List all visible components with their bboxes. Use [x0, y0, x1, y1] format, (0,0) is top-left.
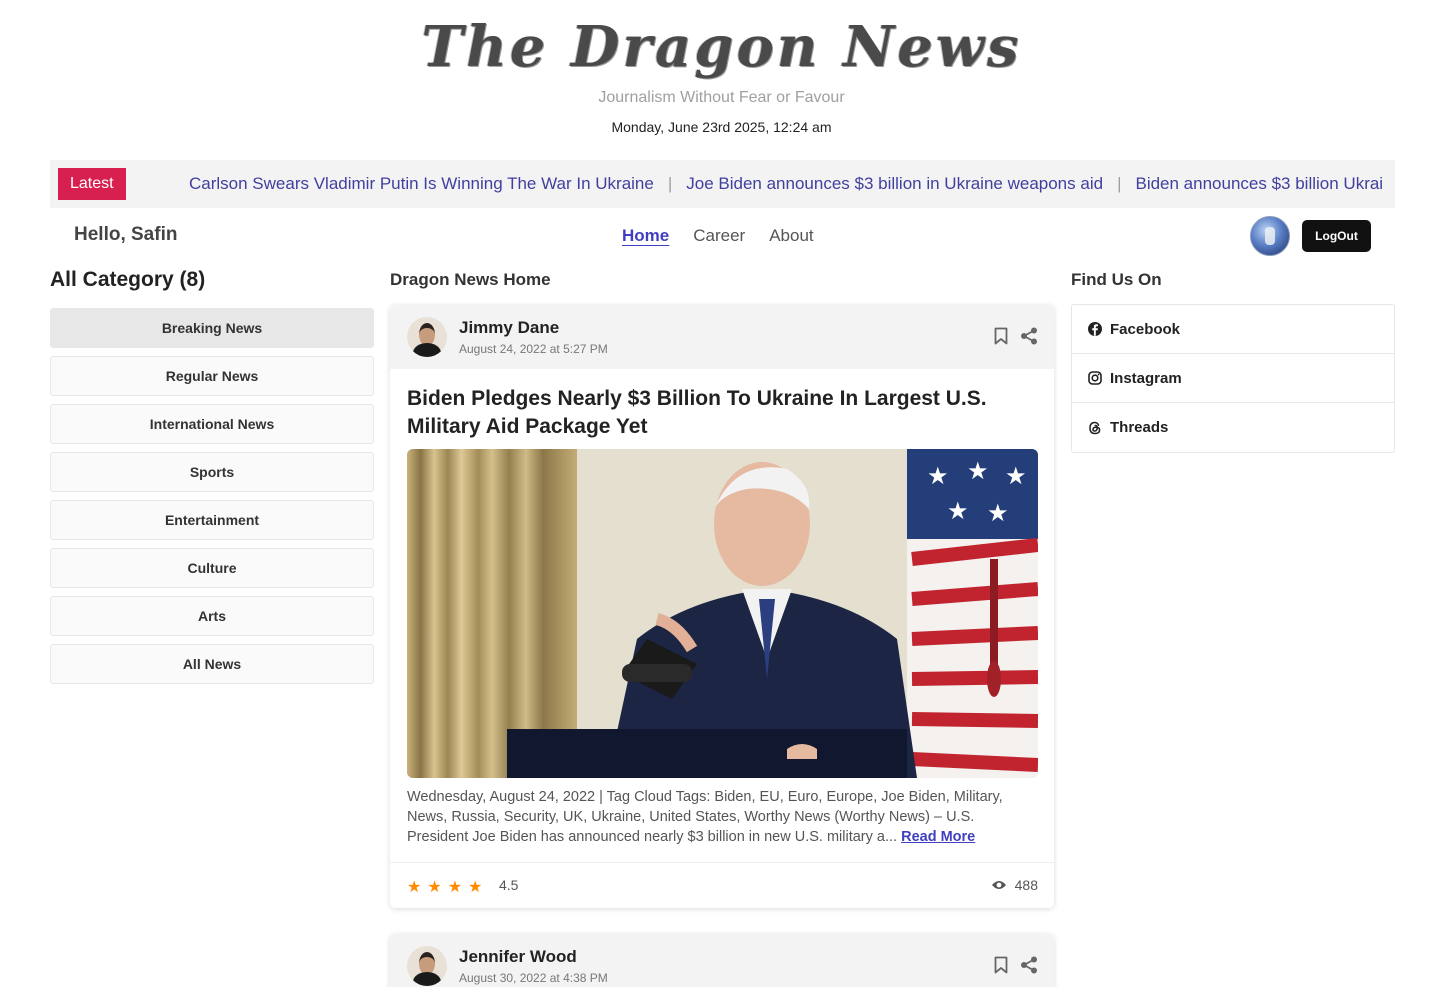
nav-link-career[interactable]: Career: [693, 226, 745, 246]
nav-link-about[interactable]: About: [769, 226, 813, 246]
svg-text:★: ★: [967, 457, 989, 485]
latest-badge: Latest: [58, 168, 126, 200]
author-avatar: [407, 946, 447, 986]
card-header: Jimmy Dane August 24, 2022 at 5:27 PM: [390, 305, 1054, 369]
masthead: The Dragon News Journalism Without Fear …: [0, 12, 1443, 136]
social-label: Instagram: [1110, 369, 1182, 387]
ticker-item[interactable]: Carlson Swears Vladimir Putin Is Winning…: [189, 174, 654, 193]
threads-icon: [1089, 421, 1101, 434]
rating-value: 4.5: [499, 877, 519, 893]
ticker-item[interactable]: Joe Biden announces $3 billion in Ukrain…: [686, 174, 1103, 193]
social-links: Facebook Instagram Threads: [1071, 304, 1395, 453]
bookmark-icon[interactable]: [994, 956, 1008, 974]
category-item-all-news[interactable]: All News: [50, 644, 374, 684]
find-us-heading: Find Us On: [1071, 270, 1162, 289]
svg-text:★: ★: [987, 499, 1009, 527]
main-nav: Home Career About: [622, 226, 814, 246]
ticker-item[interactable]: Biden announces $3 billion Ukrai: [1135, 174, 1383, 193]
article-image: ★ ★ ★ ★ ★: [407, 449, 1038, 778]
site-logo[interactable]: The Dragon News: [0, 12, 1443, 82]
category-list: Breaking News Regular News International…: [50, 308, 374, 692]
social-link-facebook[interactable]: Facebook: [1072, 305, 1394, 354]
ticker-track: Carlson Swears Vladimir Putin Is Winning…: [189, 160, 1389, 208]
article-excerpt: Wednesday, August 24, 2022 | Tag Cloud T…: [407, 787, 1037, 847]
social-label: Facebook: [1110, 320, 1181, 338]
publish-date: August 30, 2022 at 4:38 PM: [459, 971, 608, 985]
latest-news-ticker: Latest Carlson Swears Vladimir Putin Is …: [50, 160, 1395, 208]
svg-text:★: ★: [927, 462, 949, 490]
category-heading: All Category (8): [50, 268, 206, 291]
category-item-breaking-news[interactable]: Breaking News: [50, 308, 374, 348]
view-count-value: 488: [1014, 877, 1038, 893]
star-icon: ★: [447, 879, 463, 896]
category-item-sports[interactable]: Sports: [50, 452, 374, 492]
social-label: Threads: [1110, 419, 1169, 436]
bookmark-icon[interactable]: [994, 327, 1008, 345]
instagram-icon: [1088, 371, 1102, 385]
site-tagline: Journalism Without Fear or Favour: [598, 89, 845, 106]
feed-heading: Dragon News Home: [390, 270, 551, 289]
category-item-entertainment[interactable]: Entertainment: [50, 500, 374, 540]
social-link-threads[interactable]: Threads: [1072, 403, 1394, 452]
category-item-culture[interactable]: Culture: [50, 548, 374, 588]
author-avatar: [407, 317, 447, 357]
view-count: 488: [991, 877, 1038, 893]
news-card: Jennifer Wood August 30, 2022 at 4:38 PM: [390, 934, 1054, 987]
author-name: Jennifer Wood: [459, 947, 577, 966]
read-more-link[interactable]: Read More: [901, 829, 975, 845]
share-icon[interactable]: [1020, 327, 1038, 345]
nav-link-home[interactable]: Home: [622, 226, 669, 246]
svg-text:★: ★: [947, 497, 969, 525]
star-icon: ★: [407, 879, 422, 896]
user-avatar[interactable]: [1250, 216, 1290, 256]
social-link-instagram[interactable]: Instagram: [1072, 354, 1394, 403]
svg-text:★: ★: [1005, 462, 1027, 490]
user-greeting: Hello, Safin: [74, 224, 178, 245]
category-item-international-news[interactable]: International News: [50, 404, 374, 444]
star-icon: ★: [427, 879, 442, 896]
eye-icon: [991, 881, 1006, 889]
card-header: Jennifer Wood August 30, 2022 at 4:38 PM: [390, 934, 1054, 987]
logout-button[interactable]: LogOut: [1302, 220, 1371, 252]
category-item-arts[interactable]: Arts: [50, 596, 374, 636]
author-name: Jimmy Dane: [459, 318, 560, 337]
star-icon: ★: [468, 879, 483, 896]
current-datetime: Monday, June 23rd 2025, 12:24 am: [611, 119, 832, 135]
facebook-icon: [1088, 322, 1102, 336]
rating-stars: ★ ★ ★ ★: [407, 877, 482, 897]
ticker-separator: |: [667, 174, 673, 193]
news-card: Jimmy Dane August 24, 2022 at 5:27 PM Bi…: [390, 305, 1054, 908]
card-footer: ★ ★ ★ ★ 4.5 488: [390, 862, 1054, 908]
publish-date: August 24, 2022 at 5:27 PM: [459, 342, 608, 356]
category-item-regular-news[interactable]: Regular News: [50, 356, 374, 396]
article-title[interactable]: Biden Pledges Nearly $3 Billion To Ukrai…: [407, 385, 1027, 441]
share-icon[interactable]: [1020, 956, 1038, 974]
ticker-separator: |: [1117, 174, 1122, 193]
